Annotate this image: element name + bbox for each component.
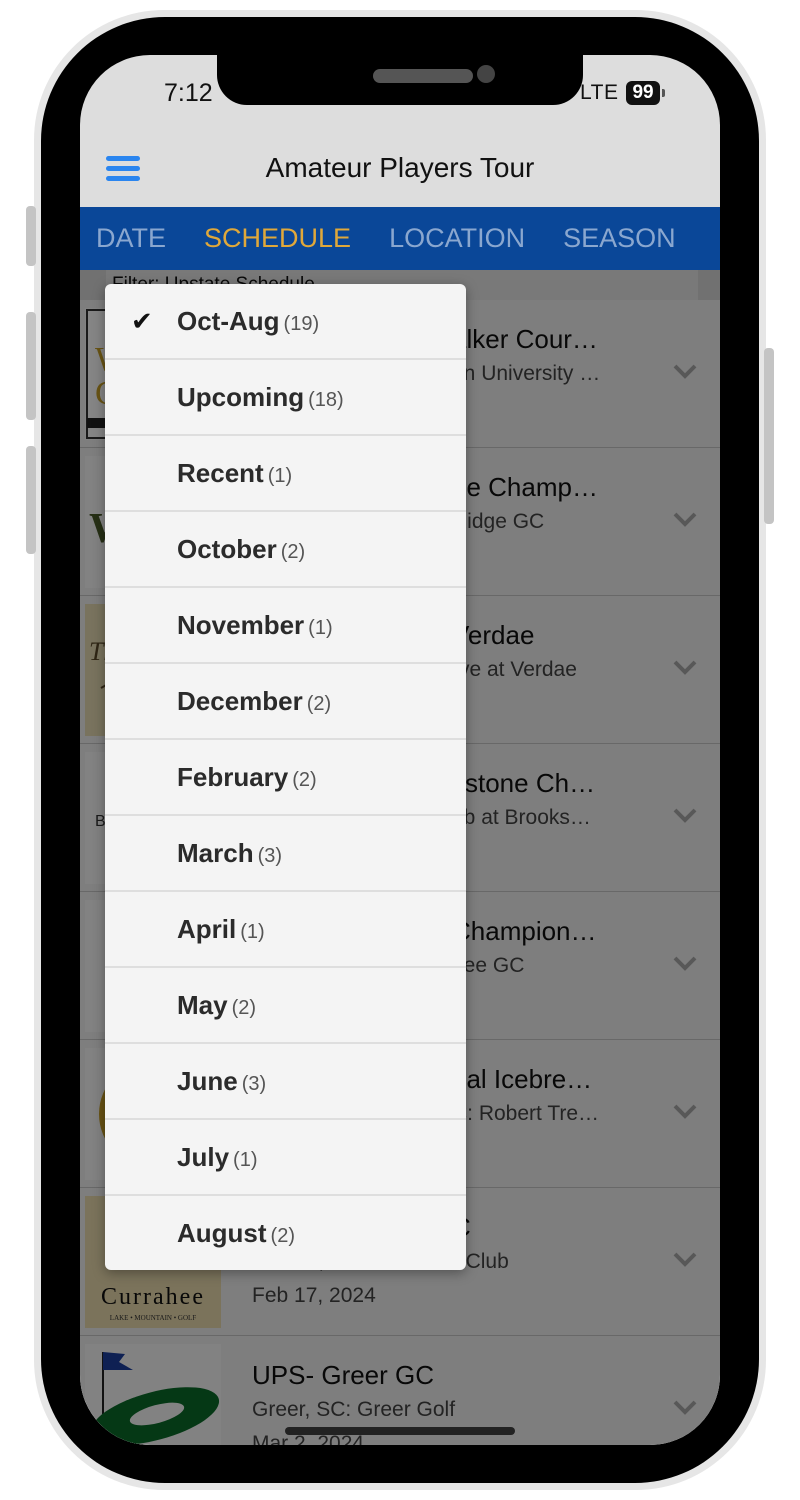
menu-item-may[interactable]: May (2)	[105, 968, 466, 1044]
volume-up-button	[26, 312, 36, 420]
tab-season[interactable]: SEASON	[563, 223, 676, 254]
status-indicators: LTE 99	[580, 81, 665, 105]
tab-schedule[interactable]: SCHEDULE	[204, 223, 351, 254]
menu-item-march[interactable]: March (3)	[105, 816, 466, 892]
menu-item-count: (2)	[231, 997, 257, 1019]
menu-item-june[interactable]: June (3)	[105, 1044, 466, 1120]
menu-item-count: (2)	[306, 693, 332, 715]
menu-item-count: (19)	[283, 313, 320, 335]
menu-item-count: (1)	[240, 921, 265, 943]
menu-item-count: (1)	[233, 1149, 258, 1171]
menu-item-december[interactable]: December (2)	[105, 664, 466, 740]
tab-date[interactable]: DATE	[96, 223, 166, 254]
menu-item-label: May (2)	[177, 990, 257, 1020]
menu-item-november[interactable]: November (1)	[105, 588, 466, 664]
page-title: Amateur Players Tour	[265, 152, 535, 183]
menu-item-label: June (3)	[177, 1066, 267, 1096]
menu-item-count: (3)	[241, 1073, 267, 1095]
screen: 7:12 LTE 99 Amateur Players Tour DATE SC…	[80, 55, 720, 1445]
battery-icon: 99	[626, 81, 660, 105]
menu-item-label: November (1)	[177, 610, 333, 640]
menu-item-count: (2)	[270, 1225, 295, 1247]
menu-item-upcoming[interactable]: Upcoming (18)	[105, 360, 466, 436]
menu-item-label: Upcoming (18)	[177, 382, 344, 412]
battery-tip	[661, 89, 665, 97]
menu-item-count: (1)	[267, 465, 293, 487]
nav-bar: Amateur Players Tour	[80, 130, 720, 207]
menu-item-label: February (2)	[177, 762, 317, 792]
checkmark-icon: ✔	[131, 306, 153, 336]
silent-switch	[26, 206, 36, 266]
menu-item-recent[interactable]: Recent (1)	[105, 436, 466, 512]
menu-item-october[interactable]: October (2)	[105, 512, 466, 588]
volume-down-button	[26, 446, 36, 554]
menu-item-count: (2)	[280, 541, 306, 563]
menu-item-count: (18)	[308, 389, 344, 411]
menu-item-label: August (2)	[177, 1218, 295, 1248]
network-type: LTE	[580, 81, 619, 104]
notch	[217, 55, 583, 105]
home-indicator[interactable]	[285, 1427, 515, 1435]
menu-item-label: April (1)	[177, 914, 265, 944]
filter-dropdown-menu: ✔ Oct-Aug (19) Upcoming (18) Recent (1) Oct…	[105, 284, 466, 1270]
menu-item-count: (2)	[292, 769, 317, 791]
menu-item-label: Oct-Aug (19)	[177, 306, 320, 336]
status-time: 7:12	[164, 79, 213, 107]
tab-location[interactable]: LOCATION	[389, 223, 525, 254]
menu-item-label: October (2)	[177, 534, 306, 564]
menu-item-april[interactable]: April (1)	[105, 892, 466, 968]
power-button	[764, 348, 774, 524]
menu-item-oct-aug[interactable]: ✔ Oct-Aug (19)	[105, 284, 466, 360]
speaker-grille	[373, 69, 473, 83]
menu-item-label: December (2)	[177, 686, 332, 716]
menu-item-august[interactable]: August (2)	[105, 1196, 466, 1270]
menu-item-july[interactable]: July (1)	[105, 1120, 466, 1196]
menu-item-label: Recent (1)	[177, 458, 293, 488]
menu-item-february[interactable]: February (2)	[105, 740, 466, 816]
menu-item-count: (1)	[308, 617, 333, 639]
menu-item-label: March (3)	[177, 838, 283, 868]
menu-item-label: July (1)	[177, 1142, 258, 1172]
camera-icon	[477, 65, 495, 83]
status-bar: 7:12 LTE 99	[80, 55, 720, 130]
tab-bar: DATE SCHEDULE LOCATION SEASON	[80, 207, 720, 270]
menu-item-count: (3)	[257, 845, 283, 867]
